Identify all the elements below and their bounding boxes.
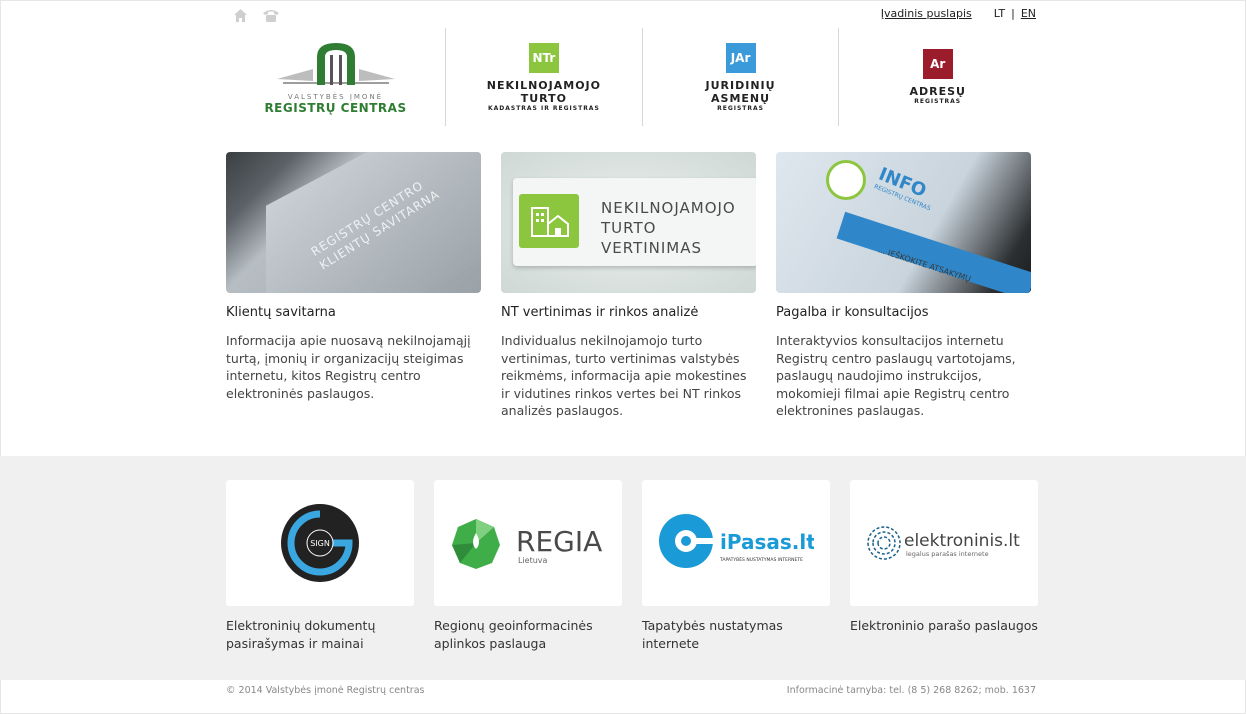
nt-mark-icon: NTr: [528, 42, 559, 73]
lang-en-link[interactable]: EN: [1021, 7, 1036, 20]
ar-registry-logo[interactable]: Ar ADRESŲ REGISTRAS: [839, 28, 1036, 126]
top-links: Įvadinis puslapis LT | EN: [881, 7, 1036, 20]
nt-valuation-image-text: NEKILNOJAMOJO TURTO VERTINIMAS: [601, 198, 736, 258]
nt-valuation-image-line1: NEKILNOJAMOJO: [601, 199, 736, 217]
ja-sub: REGISTRAS: [717, 104, 764, 112]
rc-line2: REGISTRŲ CENTRAS: [264, 101, 407, 115]
ar-title1: ADRESŲ: [909, 85, 966, 98]
lang-separator: |: [1011, 7, 1015, 20]
nt-sub: KADASTRAS IR REGISTRAS: [487, 104, 600, 112]
partner-regia[interactable]: REGIA Lietuva Regionų geoinformacinės ap…: [434, 480, 622, 652]
card-nt-valuation[interactable]: NEKILNOJAMOJO TURTO VERTINIMAS NT vertin…: [501, 152, 756, 420]
nt-valuation-image[interactable]: NEKILNOJAMOJO TURTO VERTINIMAS: [501, 152, 756, 293]
ipasas-logo-icon: iPasas.lt TAPATYBĖS NUSTATYMAS INTERNETE: [659, 514, 814, 568]
phone-icon[interactable]: [261, 7, 281, 24]
partner-label[interactable]: Elektroninio parašo paslaugos: [850, 617, 1038, 635]
service-cards: REGISTRŲ CENTRO KLIENTŲ SAVITARNA Klient…: [226, 152, 1032, 420]
rc-line1: VALSTYBĖS ĮMONĖ: [287, 93, 384, 101]
regia-logo-icon: REGIA Lietuva: [452, 519, 602, 569]
elektroninis-logo-sub: legalus parašas internete: [906, 550, 989, 558]
home-icon[interactable]: [232, 7, 249, 24]
ja-mark-text: JAr: [730, 50, 751, 65]
lang-lt[interactable]: LT: [994, 7, 1005, 20]
partner-services: SIGN Elektroninių dokumentų pasirašymas …: [226, 480, 1038, 652]
ja-registry-logo[interactable]: JAr JURIDINIŲ ASMENŲ REGISTRAS: [643, 28, 840, 126]
help-search-bar: [836, 211, 1031, 293]
card-description: Interaktyvios konsultacijos internetu Re…: [776, 333, 1016, 418]
help-image[interactable]: INFO REGISTRŲ CENTRAS ... IEŠKOKITE ATSA…: [776, 152, 1031, 293]
card-title[interactable]: Klientų savitarna: [226, 305, 481, 320]
card-self-service[interactable]: REGISTRŲ CENTRO KLIENTŲ SAVITARNA Klient…: [226, 152, 481, 420]
ar-sub: REGISTRAS: [914, 98, 962, 105]
partner-label[interactable]: Tapatybės nustatymas internete: [642, 617, 830, 652]
footer-contact: Informacinė tarnyba: tel. (8 5) 268 8262…: [786, 685, 1036, 696]
card-description: Informacija apie nuosavą nekilnojamąjį t…: [226, 333, 471, 401]
partner-logo-box[interactable]: elektroninis.lt legalus parašas internet…: [850, 480, 1038, 606]
rc-emblem-icon: [276, 43, 395, 85]
nt-mark-text: NTr: [532, 50, 556, 65]
page: Įvadinis puslapis LT | EN VALSTYBĖS ĮMON…: [0, 0, 1246, 714]
partner-logo-box[interactable]: SIGN: [226, 480, 414, 606]
partner-gosign[interactable]: SIGN Elektroninių dokumentų pasirašymas …: [226, 480, 414, 652]
elektroninis-logo-icon: elektroninis.lt legalus parašas internet…: [867, 526, 1020, 560]
gosign-logo-text: SIGN: [310, 539, 330, 548]
nt-valuation-image-line3: VERTINIMAS: [601, 239, 703, 257]
ar-mark-text: Ar: [930, 57, 946, 71]
partner-logo-box[interactable]: iPasas.lt TAPATYBĖS NUSTATYMAS INTERNETE: [642, 480, 830, 606]
registry-logos: VALSTYBĖS ĮMONĖ REGISTRŲ CENTRAS NTr NEK…: [226, 28, 1036, 126]
ar-mark-icon: Ar: [922, 49, 953, 79]
partner-ipasas[interactable]: iPasas.lt TAPATYBĖS NUSTATYMAS INTERNETE…: [642, 480, 830, 652]
partner-label[interactable]: Elektroninių dokumentų pasirašymas ir ma…: [226, 617, 414, 652]
nt-valuation-house-icon: [519, 194, 579, 248]
elektroninis-logo-text: elektroninis.lt: [904, 531, 1020, 551]
ja-title1: JURIDINIŲ: [705, 78, 776, 92]
nt-valuation-image-line2: TURTO: [601, 219, 657, 237]
card-help[interactable]: INFO REGISTRŲ CENTRAS ... IEŠKOKITE ATSA…: [776, 152, 1031, 420]
help-info-icon: [826, 160, 866, 200]
utility-icons: [232, 7, 281, 24]
nt-title1: NEKILNOJAMOJO: [486, 78, 601, 92]
building-icon: [531, 207, 569, 237]
card-description: Individualus nekilnojamojo turto vertini…: [501, 333, 747, 418]
footer-copyright: © 2014 Valstybės įmonė Registrų centras: [226, 685, 425, 696]
ipasas-logo-text: iPasas.lt: [720, 530, 814, 554]
ja-mark-icon: JAr: [725, 42, 756, 73]
help-image-text: INFO REGISTRŲ CENTRAS: [873, 164, 939, 213]
nt-registry-logo[interactable]: NTr NEKILNOJAMOJO TURTO KADASTRAS IR REG…: [446, 28, 643, 126]
ja-title2: ASMENŲ: [711, 91, 771, 105]
regia-logo-text: REGIA: [516, 525, 602, 558]
card-title[interactable]: Pagalba ir konsultacijos: [776, 305, 1031, 320]
nt-title2: TURTO: [520, 91, 567, 105]
ipasas-logo-sub: TAPATYBĖS NUSTATYMAS INTERNETE: [719, 556, 803, 563]
self-service-image[interactable]: REGISTRŲ CENTRO KLIENTŲ SAVITARNA: [226, 152, 481, 293]
rc-logo[interactable]: VALSTYBĖS ĮMONĖ REGISTRŲ CENTRAS: [226, 28, 447, 126]
gosign-logo-icon: SIGN: [281, 504, 359, 582]
intro-page-link[interactable]: Įvadinis puslapis: [881, 7, 972, 20]
regia-logo-sub: Lietuva: [518, 556, 548, 565]
partner-label[interactable]: Regionų geoinformacinės aplinkos paslaug…: [434, 617, 622, 652]
partner-logo-box[interactable]: REGIA Lietuva: [434, 480, 622, 606]
card-title[interactable]: NT vertinimas ir rinkos analizė: [501, 305, 756, 320]
partner-elektroninis[interactable]: elektroninis.lt legalus parašas internet…: [850, 480, 1038, 652]
